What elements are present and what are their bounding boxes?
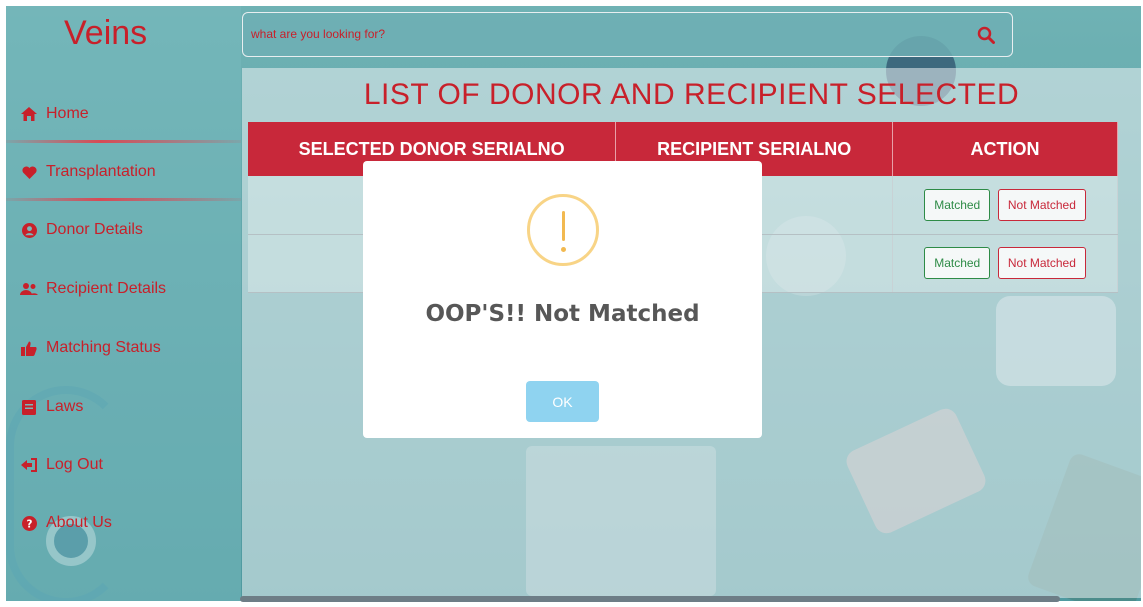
warning-icon-dot <box>561 247 566 252</box>
ok-button[interactable]: OK <box>526 381 599 422</box>
alert-dialog: OOP'S!! Not Matched OK <box>363 161 762 438</box>
warning-icon-bar <box>562 211 565 241</box>
warning-icon <box>527 194 599 266</box>
dialog-title: OOP'S!! Not Matched <box>425 301 700 327</box>
